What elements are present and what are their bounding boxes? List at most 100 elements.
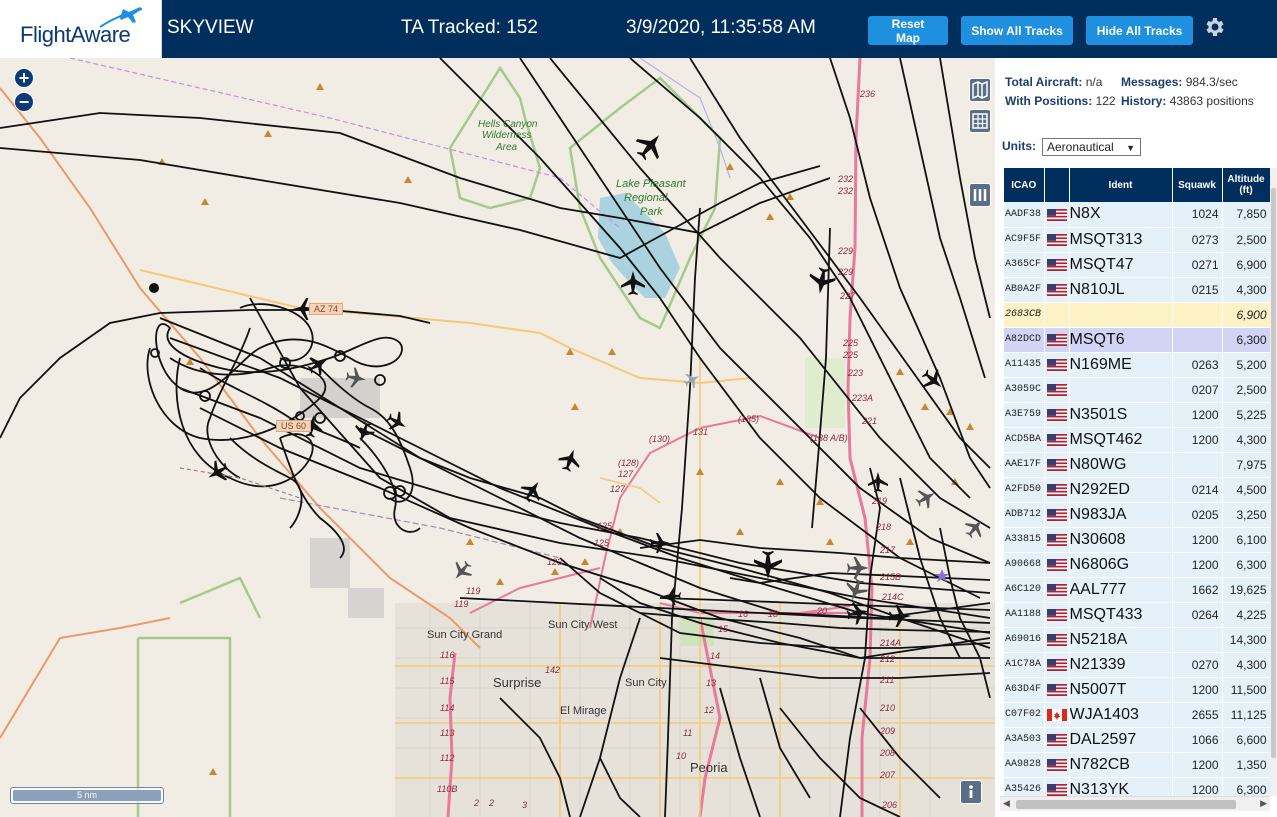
hide-all-tracks-button[interactable]: Hide All Tracks <box>1086 16 1193 45</box>
route-label: 2 <box>489 798 495 808</box>
route-label: 206 <box>882 800 898 810</box>
route-label: 142 <box>545 665 561 675</box>
icao-cell: ADB712 <box>1004 502 1045 528</box>
altitude-cell: 5,200 <box>1222 352 1271 378</box>
columns-icon <box>973 189 987 201</box>
show-all-tracks-button[interactable]: Show All Tracks <box>961 16 1073 45</box>
table-row[interactable]: A69016 N5218A 14,300 <box>1004 627 1271 653</box>
table-row[interactable]: A3E759 N3501S 1200 5,225 <box>1004 402 1271 428</box>
map-view[interactable]: Hells Canyon Wilderness Area Lake Pleasa… <box>0 58 995 817</box>
table-row[interactable]: A365CF MSQT47 0271 6,900 <box>1004 252 1271 278</box>
aircraft-icon[interactable] <box>448 557 476 585</box>
ta-tracked-count: TA Tracked: 152 <box>401 17 538 38</box>
aircraft-icon[interactable] <box>203 457 233 487</box>
zoom-out-button[interactable]: − <box>14 92 34 112</box>
altitude-cell: 11,500 <box>1222 677 1271 703</box>
table-row[interactable]: AA9828 N782CB 1200 1,350 <box>1004 752 1271 778</box>
ident-cell: N292ED <box>1069 477 1173 503</box>
table-row[interactable]: 2683CB 6,900 <box>1004 302 1271 328</box>
flag-cell <box>1044 427 1070 453</box>
grid-icon <box>972 113 988 129</box>
scroll-left-icon[interactable]: ◀ <box>1003 798 1010 809</box>
column-header-flag[interactable] <box>1044 168 1070 202</box>
aircraft-icon[interactable] <box>630 126 669 165</box>
app-name: SKYVIEW <box>167 17 254 38</box>
ident-cell: N3501S <box>1069 402 1173 428</box>
table-row[interactable]: A3A503 DAL2597 1066 6,600 <box>1004 727 1271 753</box>
table-row[interactable]: A1C78A N21339 0270 4,300 <box>1004 652 1271 678</box>
altitude-cell: 4,300 <box>1222 277 1271 303</box>
icao-cell: A69016 <box>1004 627 1045 653</box>
aircraft-icon[interactable] <box>556 446 584 474</box>
route-label: 218 <box>876 522 892 532</box>
route-label: 236 <box>860 89 876 99</box>
column-header-altitude[interactable]: Altitude (ft) <box>1222 168 1271 202</box>
messages-value: 984.3/sec <box>1185 75 1238 89</box>
squawk-cell: 0271 <box>1172 252 1223 278</box>
ident-cell: N80WG <box>1069 452 1173 478</box>
squawk-cell <box>1172 302 1223 328</box>
info-button[interactable] <box>960 780 982 804</box>
table-row[interactable]: AB0A2F N810JL 0215 4,300 <box>1004 277 1271 303</box>
map-label-sun-city: Sun City <box>625 677 667 689</box>
table-row[interactable]: A63D4F N5007T 1200 11,500 <box>1004 677 1271 703</box>
table-row[interactable]: A90668 N6806G 1200 6,300 <box>1004 552 1271 578</box>
map-layers-icon <box>972 80 988 100</box>
squawk-cell: 0214 <box>1172 477 1223 503</box>
icao-cell: ACD5BA <box>1004 427 1045 453</box>
scrollbar-thumb[interactable] <box>1016 800 1236 809</box>
map-layers-button[interactable] <box>969 78 991 102</box>
table-row[interactable]: A6C120 AAL777 1662 19,625 <box>1004 577 1271 603</box>
table-row[interactable]: AADF38 N8X 1024 7,850 <box>1004 202 1271 228</box>
flightaware-logo[interactable]: FlightAware <box>0 0 162 58</box>
us-flag-icon <box>1046 258 1067 272</box>
us-flag-icon <box>1046 658 1067 672</box>
table-row[interactable]: AAE17F N80WG 7,975 <box>1004 452 1271 478</box>
us-flag-icon <box>1046 283 1067 297</box>
history-stat: History: 43863 positions <box>1121 94 1261 108</box>
aircraft-icon[interactable] <box>754 551 782 579</box>
units-select[interactable]: Aeronautical ▼ <box>1042 138 1141 156</box>
table-horizontal-scrollbar[interactable]: ◀ ▶ <box>1000 796 1270 811</box>
route-label: 127 <box>610 484 626 494</box>
reset-map-button[interactable]: Reset Map <box>868 16 948 45</box>
table-row[interactable]: AA1188 MSQT433 0264 4,225 <box>1004 602 1271 628</box>
route-label: 18 <box>768 609 779 619</box>
aircraft-icon[interactable] <box>846 556 870 580</box>
table-row[interactable]: A3059C 0207 2,500 <box>1004 377 1271 403</box>
table-row[interactable]: ADB712 N983JA 0205 3,250 <box>1004 502 1271 528</box>
route-label: 210 <box>880 703 896 713</box>
table-row[interactable]: C07F02 WJA1403 2655 11,125 <box>1004 702 1271 728</box>
ident-cell <box>1069 377 1173 403</box>
route-label: 125 <box>594 538 610 548</box>
scrollbar-thumb[interactable] <box>1271 188 1276 758</box>
table-row[interactable]: A11435 N169ME 0263 5,200 <box>1004 352 1271 378</box>
aircraft-icon[interactable] <box>912 484 939 511</box>
zoom-in-button[interactable]: + <box>14 68 34 88</box>
icao-cell: A82DCD <box>1004 327 1045 353</box>
flag-cell <box>1044 352 1070 378</box>
grid-toggle-button[interactable] <box>969 109 991 133</box>
gear-icon[interactable] <box>1203 15 1227 39</box>
columns-toggle-button[interactable] <box>969 183 991 207</box>
route-label: 229 <box>838 246 854 256</box>
ident-cell: N169ME <box>1069 352 1173 378</box>
squawk-cell <box>1172 627 1223 653</box>
us-flag-icon <box>1046 758 1067 772</box>
column-header-squawk[interactable]: Squawk <box>1172 168 1223 202</box>
table-vertical-scrollbar[interactable] <box>1270 168 1277 796</box>
aircraft-icon[interactable] <box>918 365 949 396</box>
table-row[interactable]: A82DCD MSQT6 6,300 <box>1004 327 1271 353</box>
scroll-right-icon[interactable]: ▶ <box>1260 798 1267 809</box>
header-bar: FlightAware SKYVIEW TA Tracked: 152 3/9/… <box>0 0 1277 58</box>
altitude-cell: 1,350 <box>1222 752 1271 778</box>
table-row[interactable]: ACD5BA MSQT462 1200 4,300 <box>1004 427 1271 453</box>
table-row[interactable]: AC9F5F MSQT313 0273 2,500 <box>1004 227 1271 253</box>
flag-cell <box>1044 477 1070 503</box>
table-row[interactable]: A33815 N30608 1200 6,100 <box>1004 527 1271 553</box>
column-header-icao[interactable]: ICAO <box>1004 168 1045 202</box>
column-header-ident[interactable]: Ident <box>1069 168 1173 202</box>
table-row[interactable]: A2FD50 N292ED 0214 4,500 <box>1004 477 1271 503</box>
route-label: 207 <box>880 770 896 780</box>
altitude-cell: 4,225 <box>1222 602 1271 628</box>
